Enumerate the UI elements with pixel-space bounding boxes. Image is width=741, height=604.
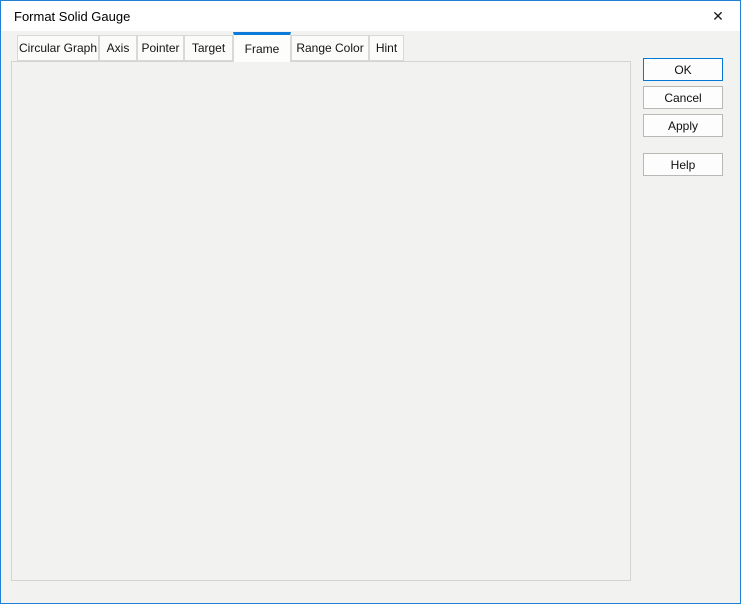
tab-circular-graph[interactable]: Circular Graph xyxy=(17,35,99,61)
format-solid-gauge-dialog: Format Solid Gauge ✕ Circular Graph Axis… xyxy=(0,0,741,604)
tab-pointer[interactable]: Pointer xyxy=(137,35,184,61)
tab-range-color[interactable]: Range Color xyxy=(291,35,369,61)
help-button[interactable]: Help xyxy=(643,153,723,176)
tab-target[interactable]: Target xyxy=(184,35,233,61)
ok-button[interactable]: OK xyxy=(643,58,723,81)
tab-frame[interactable]: Frame xyxy=(233,32,291,62)
apply-button[interactable]: Apply xyxy=(643,114,723,137)
titlebar: Format Solid Gauge ✕ xyxy=(1,1,740,31)
close-icon: ✕ xyxy=(712,8,724,25)
frame-tab-page xyxy=(11,61,631,581)
close-button[interactable]: ✕ xyxy=(704,6,732,26)
tab-hint[interactable]: Hint xyxy=(369,35,404,61)
tab-axis[interactable]: Axis xyxy=(99,35,137,61)
cancel-button[interactable]: Cancel xyxy=(643,86,723,109)
window-title: Format Solid Gauge xyxy=(14,9,130,24)
